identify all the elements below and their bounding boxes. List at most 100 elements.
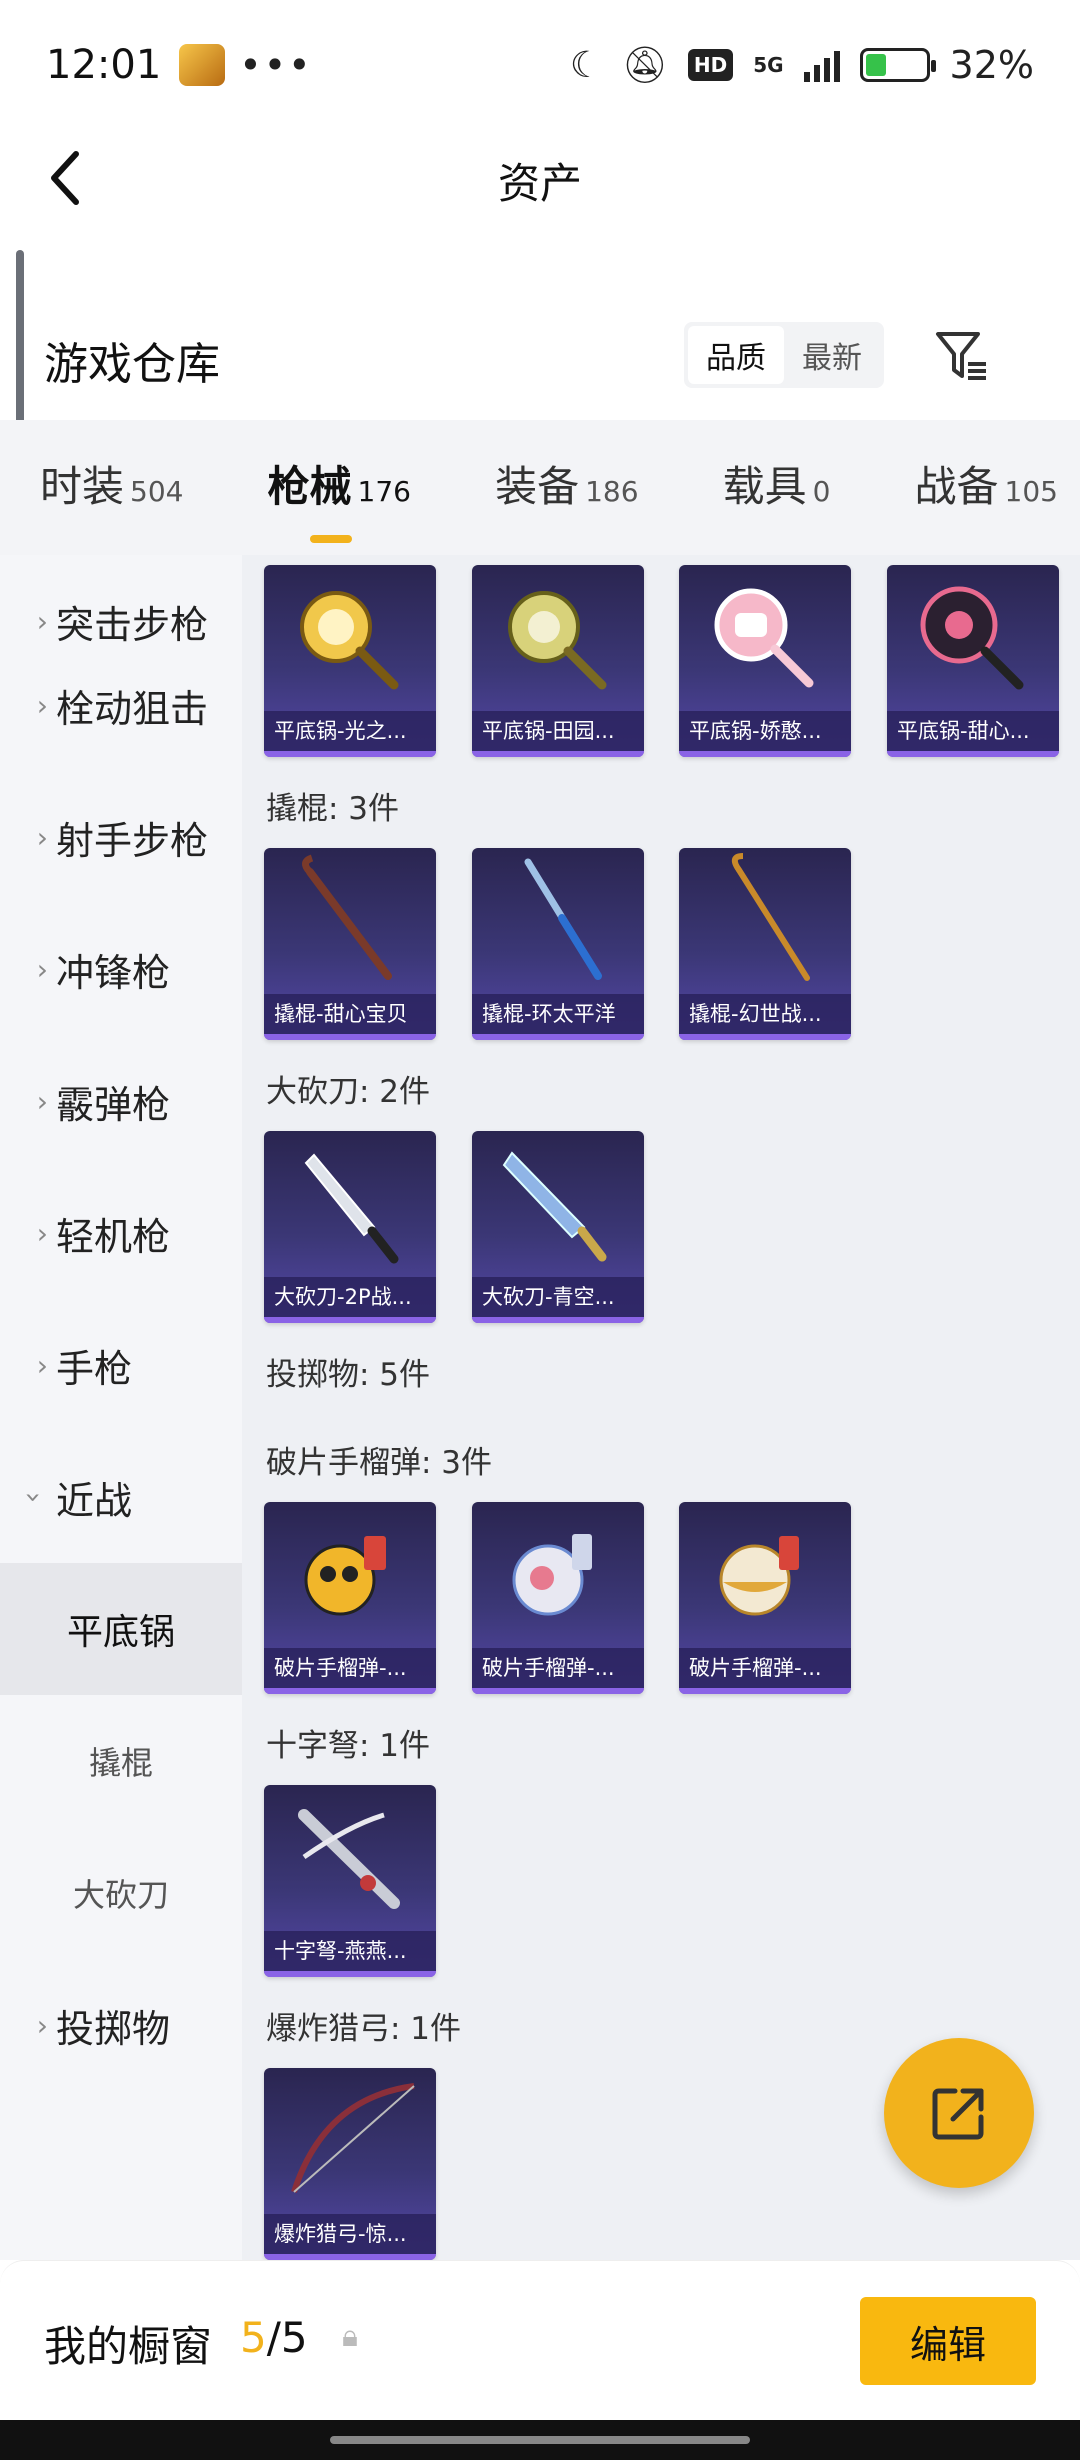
crowbar-icon — [302, 854, 392, 980]
group-label-explosive-bow: 爆炸猎弓: 1件 — [266, 2011, 462, 2047]
sidebar-item-bolt-sniper[interactable]: › 栓动狙击 — [0, 639, 242, 771]
item-tile-pan-1[interactable]: 平底锅-光之... — [264, 565, 436, 757]
tab-guns[interactable]: 枪械 176 — [268, 453, 411, 543]
tab-count: 504 — [130, 474, 184, 508]
sidebar-item-label: 近战 — [56, 1478, 133, 1523]
network-type: 5G — [753, 53, 784, 77]
chevron-right-icon: › — [36, 1084, 48, 1118]
sidebar-item-label: 霰弹枪 — [56, 1082, 171, 1127]
item-tile-machete-2[interactable]: 大砍刀-青空... — [472, 1131, 644, 1323]
warehouse-header: 游戏仓库 品质 最新 — [0, 250, 1080, 430]
item-tile-machete-1[interactable]: 大砍刀-2P战... — [264, 1131, 436, 1323]
sidebar-item-melee[interactable]: › 近战 — [0, 1431, 242, 1563]
tab-count: 176 — [357, 474, 411, 508]
sidebar-item-label: 投掷物 — [56, 2006, 171, 2051]
sort-newest-option[interactable]: 最新 — [784, 326, 880, 384]
tab-label: 时装 — [40, 461, 125, 511]
sidebar-subitem-crowbar[interactable]: 撬棍 — [0, 1695, 242, 1827]
sidebar-item-lmg[interactable]: › 轻机枪 — [0, 1167, 242, 1299]
chevron-down-icon: › — [17, 1491, 51, 1503]
tab-equipment[interactable]: 装备 186 — [495, 453, 638, 523]
chevron-right-icon: › — [36, 952, 48, 986]
system-nav-bar — [0, 2420, 1080, 2460]
item-tile-bow-1[interactable]: 爆炸猎弓-惊... — [264, 2068, 436, 2260]
header: 资产 — [0, 130, 1080, 226]
hd-icon: HD — [687, 49, 734, 81]
sidebar-item-smg[interactable]: › 冲锋枪 — [0, 903, 242, 1035]
tab-vehicles[interactable]: 载具 0 — [723, 453, 831, 523]
item-name: 破片手榴弹-... — [472, 1648, 644, 1688]
item-tile-crowbar-1[interactable]: 撬棍-甜心宝贝 — [264, 848, 436, 1040]
tab-count: 0 — [812, 474, 831, 508]
sidebar-item-label: 轻机枪 — [56, 1214, 171, 1259]
item-name: 大砍刀-青空... — [472, 1277, 644, 1317]
tab-supplies[interactable]: 战备 105 — [915, 453, 1058, 523]
home-indicator[interactable] — [330, 2436, 750, 2444]
edit-button[interactable]: 编辑 — [860, 2297, 1036, 2385]
bow-icon — [291, 2083, 415, 2193]
item-name: 撬棍-幻世战... — [679, 994, 851, 1034]
showcase-current: 5 — [240, 2313, 267, 2362]
mute-icon: 🔕︎ — [622, 45, 668, 86]
lock-icon: 🔒︎ — [342, 2319, 358, 2354]
item-name: 平底锅-甜心... — [887, 711, 1059, 751]
status-time: 12:01 — [46, 42, 162, 88]
sidebar-item-label: 冲锋枪 — [56, 950, 171, 995]
sidebar-subitem-machete[interactable]: 大砍刀 — [0, 1827, 242, 1959]
group-label-crossbow: 十字弩: 1件 — [266, 1728, 431, 1764]
share-icon — [932, 2088, 984, 2140]
chevron-right-icon: › — [36, 1216, 48, 1250]
item-name: 大砍刀-2P战... — [264, 1277, 436, 1317]
sidebar-item-pistol[interactable]: › 手枪 — [0, 1299, 242, 1431]
grenade-icon — [719, 1536, 799, 1616]
crowbar-icon — [524, 858, 602, 980]
sidebar-item-throwables[interactable]: › 投掷物 — [0, 1959, 242, 2091]
chevron-right-icon: › — [36, 2008, 48, 2042]
item-tile-grenade-1[interactable]: 破片手榴弹-... — [264, 1502, 436, 1694]
sidebar-item-label: 栓动狙击 — [56, 686, 209, 731]
tab-fashion[interactable]: 时装 504 — [40, 453, 183, 523]
more-notifications-icon: ••• — [239, 43, 313, 87]
moon-icon: ☾ — [569, 44, 603, 86]
sidebar-item-dmr[interactable]: › 射手步枪 — [0, 771, 242, 903]
sidebar-item-shotgun[interactable]: › 霰弹枪 — [0, 1035, 242, 1167]
grenade-icon — [304, 1536, 386, 1616]
item-tile-grenade-3[interactable]: 破片手榴弹-... — [679, 1502, 851, 1694]
filter-button[interactable] — [932, 326, 992, 386]
item-name: 平底锅-田园... — [472, 711, 644, 751]
signal-icon — [803, 48, 840, 82]
chevron-right-icon: › — [36, 820, 48, 854]
chevron-right-icon: › — [36, 1348, 48, 1382]
item-name: 平底锅-光之... — [264, 711, 436, 751]
tab-label: 战备 — [914, 461, 999, 511]
item-tile-crowbar-2[interactable]: 撬棍-环太平洋 — [472, 848, 644, 1040]
showcase-count: 5/5 — [240, 2313, 308, 2362]
sidebar-item-label: 手枪 — [56, 1346, 133, 1391]
app-notification-icon — [179, 44, 226, 86]
sort-toggle: 品质 最新 — [684, 322, 884, 388]
filter-icon — [936, 332, 986, 380]
showcase-total: /5 — [266, 2313, 308, 2362]
group-label-crowbar: 撬棍: 3件 — [266, 791, 400, 827]
crowbar-icon — [731, 853, 810, 981]
group-label-machete: 大砍刀: 2件 — [266, 1074, 431, 1110]
item-tile-pan-4[interactable]: 平底锅-甜心... — [887, 565, 1059, 757]
machete-icon — [502, 1151, 607, 1262]
sidebar-subitem-pan[interactable]: 平底锅 — [0, 1563, 242, 1695]
item-tile-pan-3[interactable]: 平底锅-娇憨... — [679, 565, 851, 757]
group-label-frag-grenade: 破片手榴弹: 3件 — [266, 1445, 493, 1481]
tab-count: 186 — [585, 474, 639, 508]
item-tile-crossbow-1[interactable]: 十字弩-燕燕... — [264, 1785, 436, 1977]
frying-pan-icon — [300, 591, 399, 690]
item-name: 十字弩-燕燕... — [264, 1931, 436, 1971]
item-tile-grenade-2[interactable]: 破片手榴弹-... — [472, 1502, 644, 1694]
item-tile-pan-2[interactable]: 平底锅-田园... — [472, 565, 644, 757]
item-tile-crowbar-3[interactable]: 撬棍-幻世战... — [679, 848, 851, 1040]
showcase-title: 我的橱窗 — [44, 2322, 213, 2371]
item-name: 撬棍-甜心宝贝 — [264, 994, 436, 1034]
item-name: 破片手榴弹-... — [264, 1648, 436, 1688]
share-button[interactable] — [884, 2038, 1034, 2188]
sort-quality-option[interactable]: 品质 — [688, 326, 784, 384]
tab-label: 装备 — [495, 461, 580, 511]
status-bar: 12:01 ••• ☾ 🔕︎ HD 5G 32% — [0, 0, 1080, 130]
